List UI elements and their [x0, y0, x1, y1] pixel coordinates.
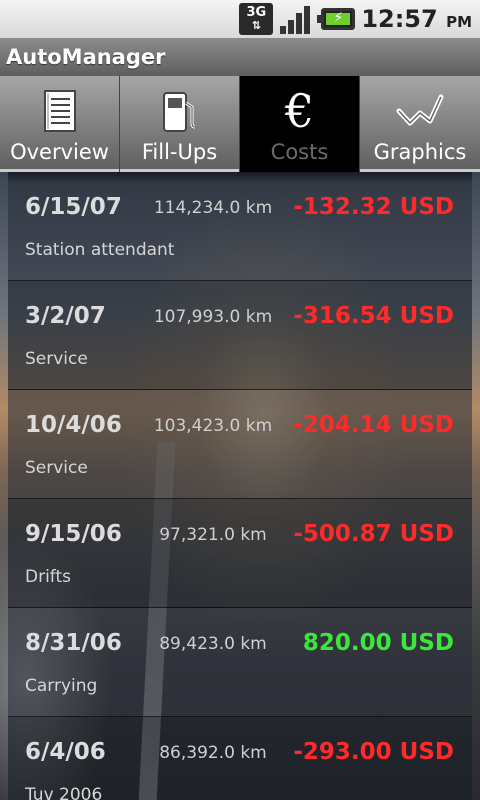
costs-list[interactable]: 6/15/07 114,234.0 km -132.32 USD Station… [8, 172, 472, 800]
tab-costs-label: Costs [270, 140, 329, 164]
list-top-shadow [8, 172, 472, 184]
cost-date: 6/4/06 [25, 739, 106, 765]
cost-odometer: 103,423.0 km [153, 416, 273, 436]
tab-fill-ups[interactable]: Fill-Ups [120, 76, 240, 172]
cost-odometer: 107,993.0 km [153, 307, 273, 327]
cost-amount: -293.00 USD [293, 739, 454, 765]
tab-graphics[interactable]: Graphics [360, 76, 480, 172]
cost-amount: 820.00 USD [302, 630, 454, 656]
cost-amount: -132.32 USD [293, 194, 454, 220]
cost-date: 9/15/06 [25, 521, 122, 547]
tab-fill-ups-label: Fill-Ups [141, 140, 218, 164]
cost-description: Carrying [25, 676, 98, 696]
cost-odometer: 114,234.0 km [153, 198, 273, 218]
cost-amount: -316.54 USD [293, 303, 454, 329]
network-3g-icon: 3G ⇅ [239, 3, 274, 35]
cost-amount: -500.87 USD [293, 521, 454, 547]
status-clock: 12:57 PM [361, 5, 472, 33]
cost-description: Station attendant [25, 240, 175, 260]
line-graph-icon [396, 86, 444, 136]
cost-description: Drifts [25, 567, 72, 587]
battery-charging-icon: ⚡ [317, 8, 356, 30]
cost-date: 8/31/06 [25, 630, 122, 656]
list-item[interactable]: 8/31/06 89,423.0 km 820.00 USD Carrying [8, 608, 472, 717]
signal-strength-icon [279, 4, 311, 34]
cost-date: 3/2/07 [25, 303, 106, 329]
network-type-label: 3G [246, 5, 267, 20]
cost-date: 10/4/06 [25, 412, 122, 438]
status-bar: 3G ⇅ ⚡ 12:57 PM [0, 0, 480, 38]
clock-time: 12:57 [361, 5, 438, 33]
euro-glyph: € [284, 84, 315, 138]
tab-overview-label: Overview [10, 140, 109, 164]
list-item[interactable]: 6/4/06 86,392.0 km -293.00 USD Tuv 2006 [8, 717, 472, 800]
list-item[interactable]: 10/4/06 103,423.0 km -204.14 USD Service [8, 390, 472, 499]
cost-odometer: 97,321.0 km [159, 525, 267, 545]
cost-description: Service [25, 349, 88, 369]
cost-description: Service [25, 458, 88, 478]
app-title: AutoManager [6, 45, 166, 69]
tab-graphics-label: Graphics [373, 140, 467, 164]
cost-description: Tuv 2006 [25, 785, 103, 800]
tab-costs[interactable]: € Costs [240, 76, 360, 172]
app-title-bar: AutoManager [0, 38, 480, 76]
list-item[interactable]: 9/15/06 97,321.0 km -500.87 USD Drifts [8, 499, 472, 608]
cost-amount: -204.14 USD [293, 412, 454, 438]
clock-ampm: PM [446, 13, 472, 31]
cost-odometer: 89,423.0 km [159, 634, 267, 654]
cost-date: 6/15/07 [25, 194, 122, 220]
euro-icon: € [285, 86, 314, 136]
document-list-icon [43, 86, 77, 136]
tab-bar: Overview Fill-Ups € Costs Graphics [0, 76, 480, 172]
fuel-pump-icon [160, 86, 200, 136]
cost-odometer: 86,392.0 km [159, 743, 267, 763]
list-item[interactable]: 3/2/07 107,993.0 km -316.54 USD Service [8, 281, 472, 390]
list-item[interactable]: 6/15/07 114,234.0 km -132.32 USD Station… [8, 172, 472, 281]
tab-overview[interactable]: Overview [0, 76, 120, 172]
